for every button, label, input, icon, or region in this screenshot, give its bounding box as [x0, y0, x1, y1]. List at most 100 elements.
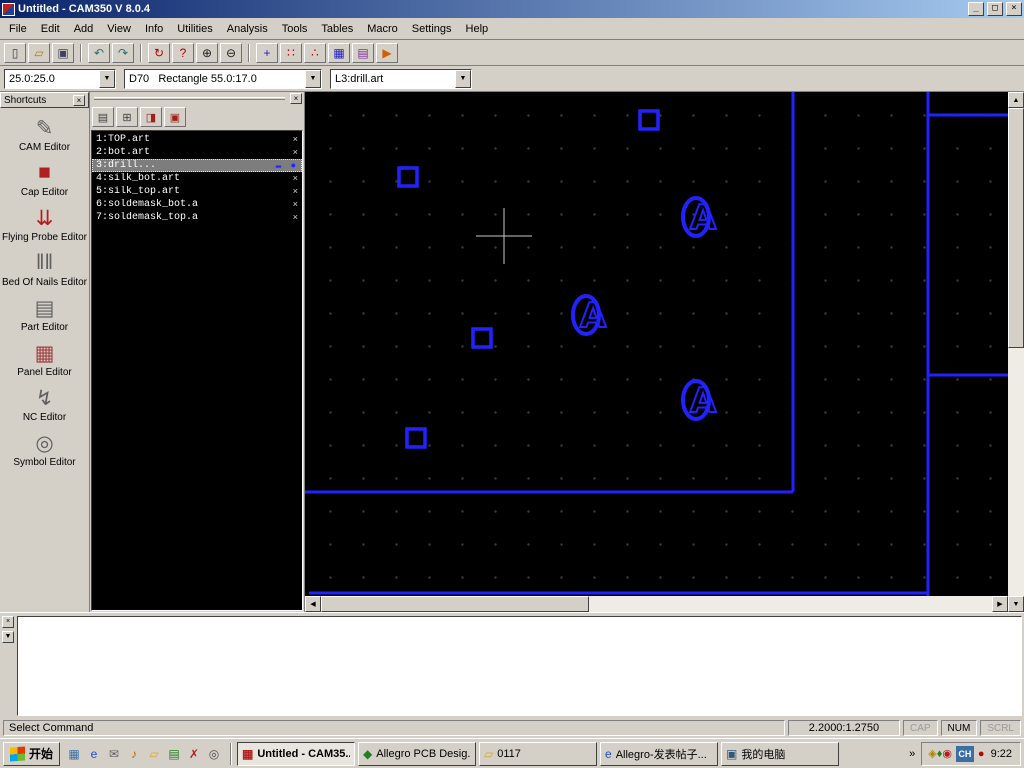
tray-volume-icon[interactable]: ◈ [928, 748, 936, 760]
drill-symbol-letter[interactable]: A [690, 198, 717, 238]
menu-file[interactable]: File [2, 20, 34, 38]
horizontal-scroll-thumb[interactable] [321, 596, 589, 612]
layer-row-5-silk-top-art[interactable]: 5:silk_top.art× [92, 185, 302, 198]
vertical-scrollbar[interactable]: ▲ ▼ [1008, 92, 1024, 612]
drill-symbol-letter[interactable]: A [580, 296, 607, 336]
tray-alert-icon[interactable]: ● [978, 748, 985, 760]
scroll-right-icon[interactable]: ▶ [992, 596, 1008, 612]
scroll-up-icon[interactable]: ▲ [1008, 92, 1024, 108]
command-input[interactable] [17, 616, 1022, 716]
layers-table-button[interactable]: ▤ [92, 107, 114, 127]
menu-tables[interactable]: Tables [314, 20, 360, 38]
add-layer-button[interactable]: ⊞ [116, 107, 138, 127]
rectangle-pad[interactable] [399, 168, 417, 186]
language-indicator[interactable]: CH [956, 746, 974, 762]
layer-close-icon[interactable]: × [293, 174, 298, 184]
vertical-scroll-thumb[interactable] [1008, 108, 1024, 348]
undo-button[interactable]: ↶ [88, 43, 110, 63]
shortcut-cap-editor[interactable]: ■Cap Editor [0, 159, 89, 198]
grid-spacing-combo[interactable]: 25.0:25.0 ▼ [4, 69, 116, 89]
taskbar-task-btn-4[interactable]: ▣我的电脑 [721, 742, 839, 766]
taskbar-overflow-chevron[interactable]: » [906, 748, 918, 760]
shortcut-nc-editor[interactable]: ↯NC Editor [0, 384, 89, 423]
layer-close-icon[interactable]: × [293, 135, 298, 145]
vertical-scroll-track[interactable] [1008, 348, 1024, 596]
close-icon[interactable]: × [73, 95, 85, 106]
taskbar-task-allegro-pcb-desig[interactable]: ◆Allegro PCB Desig... [358, 742, 476, 766]
shortcut-part-editor[interactable]: ▤Part Editor [0, 294, 89, 333]
shortcut-flying-probe-editor[interactable]: ⇊Flying Probe Editor [0, 204, 89, 243]
grid-snap-button[interactable]: ∷ [280, 43, 302, 63]
close-icon[interactable]: × [290, 93, 302, 104]
rectangle-pad[interactable] [407, 429, 425, 447]
quick-launch-desktop-icon[interactable]: ▦ [65, 745, 83, 763]
layer-row-3-drill[interactable]: 3:drill...▬ ● [92, 159, 302, 172]
quick-launch-media-icon[interactable]: ♪ [125, 745, 143, 763]
layer-close-icon[interactable]: × [293, 148, 298, 158]
menu-analysis[interactable]: Analysis [220, 20, 275, 38]
shortcut-cam-editor[interactable]: ✎CAM Editor [0, 114, 89, 153]
close-button[interactable]: × [1006, 2, 1022, 16]
quick-launch-ie-icon[interactable]: e [85, 745, 103, 763]
titlebar[interactable]: Untitled - CAM350 V 8.0.4 _ □ × [0, 0, 1024, 18]
redo-button[interactable]: ↷ [112, 43, 134, 63]
redraw-button[interactable]: ↻ [148, 43, 170, 63]
grid-points-button[interactable]: ∴ [304, 43, 326, 63]
macro-button[interactable]: ▶ [376, 43, 398, 63]
menu-edit[interactable]: Edit [34, 20, 67, 38]
origin-button[interactable]: + [256, 43, 278, 63]
horizontal-scroll-track[interactable] [589, 596, 992, 612]
layer-row-4-silk-bot-art[interactable]: 4:silk_bot.art× [92, 172, 302, 185]
open-file-button[interactable]: ▱ [28, 43, 50, 63]
chevron-down-icon[interactable]: ▼ [99, 70, 115, 88]
chevron-down-icon[interactable]: ▼ [305, 70, 321, 88]
taskbar-task-0117[interactable]: ▱0117 [479, 742, 597, 766]
save-button[interactable]: ▣ [52, 43, 74, 63]
layer-close-icon[interactable]: × [293, 213, 298, 223]
zoom-out-button[interactable]: ⊖ [220, 43, 242, 63]
taskbar-task-allegro[interactable]: eAllegro-发表帖子... [600, 742, 718, 766]
horizontal-scrollbar[interactable]: ◀ ▶ [305, 596, 1008, 612]
quick-launch-app-icon[interactable]: ◎ [205, 745, 223, 763]
menu-utilities[interactable]: Utilities [170, 20, 219, 38]
shortcut-symbol-editor[interactable]: ◎Symbol Editor [0, 429, 89, 468]
films-button[interactable]: ▤ [352, 43, 374, 63]
active-layer-combo[interactable]: L3:drill.art ▼ [330, 69, 472, 89]
rectangle-pad[interactable] [640, 111, 658, 129]
shortcut-bed-of-nails-editor[interactable]: ‖‖Bed Of Nails Editor [0, 249, 89, 288]
shortcut-panel-editor[interactable]: ▦Panel Editor [0, 339, 89, 378]
quick-launch-tool-icon[interactable]: ✗ [185, 745, 203, 763]
dcode-combo[interactable]: D70 Rectangle 55.0:17.0 ▼ [124, 69, 322, 89]
taskbar-task-untitled-cam35[interactable]: ▦Untitled - CAM35... [237, 742, 355, 766]
layer-close-icon[interactable]: × [293, 200, 298, 210]
layer-row-1-top-art[interactable]: 1:TOP.art× [92, 133, 302, 146]
drag-grip[interactable] [94, 97, 285, 100]
chevron-down-icon[interactable]: ▼ [455, 70, 471, 88]
menu-help[interactable]: Help [459, 20, 496, 38]
menu-macro[interactable]: Macro [360, 20, 405, 38]
tray-antivirus-icon[interactable]: ◉ [942, 748, 952, 760]
layer-close-icon[interactable]: × [293, 187, 298, 197]
start-button[interactable]: 开始 [3, 742, 60, 766]
pattern-button[interactable]: ▦ [328, 43, 350, 63]
layer-row-2-bot-art[interactable]: 2:bot.art× [92, 146, 302, 159]
minimize-button[interactable]: _ [968, 2, 984, 16]
layer-row-7-soldemask-top-a[interactable]: 7:soldemask_top.a× [92, 211, 302, 224]
menu-settings[interactable]: Settings [405, 20, 459, 38]
menu-view[interactable]: View [100, 20, 138, 38]
design-canvas[interactable]: A A A [305, 92, 1008, 596]
layers-panel-titlebar[interactable]: × [90, 92, 304, 105]
rectangle-pad[interactable] [473, 329, 491, 347]
load-layer-button[interactable]: ◨ [140, 107, 162, 127]
quick-launch-notes-icon[interactable]: ▤ [165, 745, 183, 763]
quick-launch-folder-icon[interactable]: ▱ [145, 745, 163, 763]
new-file-button[interactable]: ▯ [4, 43, 26, 63]
menu-tools[interactable]: Tools [275, 20, 315, 38]
restore-button[interactable]: □ [987, 2, 1003, 16]
scroll-left-icon[interactable]: ◀ [305, 596, 321, 612]
close-icon[interactable]: × [2, 616, 14, 628]
scroll-down-icon[interactable]: ▼ [1008, 596, 1024, 612]
menu-add[interactable]: Add [67, 20, 101, 38]
drill-symbol-letter[interactable]: A [690, 381, 717, 421]
quick-launch-mail-icon[interactable]: ✉ [105, 745, 123, 763]
